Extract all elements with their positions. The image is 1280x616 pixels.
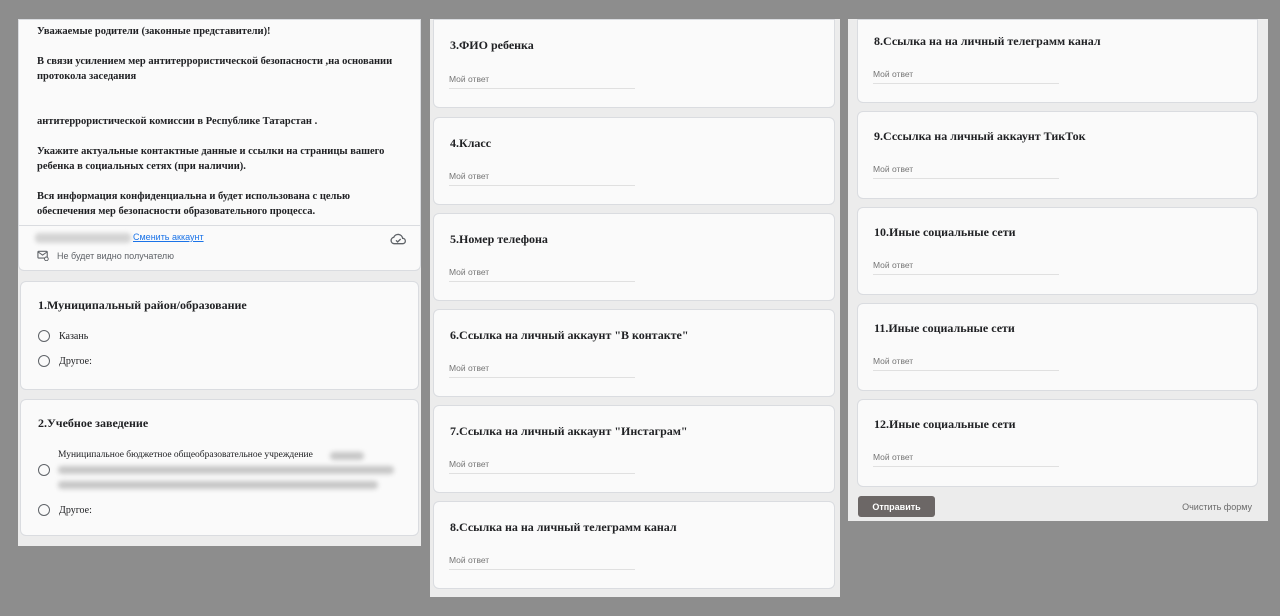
form-panel-middle: 3.ФИО ребенка Мой ответ 4.Класс Мой отве… xyxy=(430,19,840,597)
question-card-4: 4.Класс Мой ответ xyxy=(433,117,835,205)
radio-button[interactable] xyxy=(38,504,50,516)
answer-input[interactable]: Мой ответ xyxy=(873,260,1059,275)
option-label: Другое: xyxy=(59,355,92,367)
question-card-7: 7.Ссылка на личный аккаунт "Инстаграм" М… xyxy=(433,405,835,493)
question-title: 7.Ссылка на личный аккаунт "Инстаграм" xyxy=(450,424,688,438)
cloud-saved-icon[interactable] xyxy=(390,233,406,245)
answer-input[interactable]: Мой ответ xyxy=(449,555,635,570)
option-other[interactable]: Другое: xyxy=(38,355,92,367)
intro-paragraph-1: В связи усилением мер антитеррористическ… xyxy=(37,56,393,82)
answer-input[interactable]: Мой ответ xyxy=(449,363,635,378)
option-kazan[interactable]: Казань xyxy=(38,330,88,342)
question-title: 8.Ссылка на на личный телеграмм канал xyxy=(450,520,677,534)
question-card-1: 1.Муниципальный район/образование Казань… xyxy=(20,281,419,390)
not-shared-icon xyxy=(37,250,49,261)
answer-input[interactable]: Мой ответ xyxy=(873,164,1059,179)
question-title: 6.Ссылка на личный аккаунт "В контакте" xyxy=(450,328,689,342)
question-card-10: 10.Иные социальные сети Мой ответ xyxy=(857,207,1258,295)
intro-greeting: Уважаемые родители (законные представите… xyxy=(37,26,271,37)
question-card-12: 12.Иные социальные сети Мой ответ xyxy=(857,399,1258,487)
question-card-8-repeat: 8.Ссылка на на личный телеграмм канал Мо… xyxy=(857,19,1258,103)
question-title: 9.Сссылка на личный аккаунт ТикТок xyxy=(874,129,1086,143)
question-title: 3.ФИО ребенка xyxy=(450,38,534,52)
question-title: 12.Иные социальные сети xyxy=(874,417,1016,431)
intro-paragraph-4: Вся информация конфиденциальна и будет и… xyxy=(37,191,350,217)
question-title: 2.Учебное заведение xyxy=(38,416,149,430)
answer-input[interactable]: Мой ответ xyxy=(449,171,635,186)
question-title: 1.Муниципальный район/образование xyxy=(38,298,247,312)
header-divider xyxy=(19,225,420,226)
answer-input[interactable]: Мой ответ xyxy=(873,356,1059,371)
question-card-2: 2.Учебное заведение Муниципальное бюджет… xyxy=(20,399,419,536)
intro-paragraph-3: Укажите актуальные контактные данные и с… xyxy=(37,146,385,172)
question-card-8: 8.Ссылка на на личный телеграмм канал Мо… xyxy=(433,501,835,589)
question-card-9: 9.Сссылка на личный аккаунт ТикТок Мой о… xyxy=(857,111,1258,199)
question-title: 11.Иные социальные сети xyxy=(874,321,1015,335)
question-title: 10.Иные социальные сети xyxy=(874,225,1016,239)
question-title: 8.Ссылка на на личный телеграмм канал xyxy=(874,34,1101,48)
question-title: 4.Класс xyxy=(450,136,492,150)
option-other[interactable]: Другое: xyxy=(38,504,92,516)
question-card-5: 5.Номер телефона Мой ответ xyxy=(433,213,835,301)
answer-input[interactable]: Мой ответ xyxy=(449,74,635,89)
answer-input[interactable]: Мой ответ xyxy=(449,267,635,282)
radio-button[interactable] xyxy=(38,355,50,367)
redacted-school-name xyxy=(58,481,378,489)
answer-input[interactable]: Мой ответ xyxy=(873,452,1059,467)
redacted-school-name xyxy=(330,452,364,460)
radio-button[interactable] xyxy=(38,464,50,476)
question-card-11: 11.Иные социальные сети Мой ответ xyxy=(857,303,1258,391)
email-not-visible-note: Не будет видно получателю xyxy=(57,251,174,261)
redacted-school-name xyxy=(58,466,394,474)
clear-form-button[interactable]: Очистить форму xyxy=(1182,502,1252,512)
question-card-6: 6.Ссылка на личный аккаунт "В контакте" … xyxy=(433,309,835,397)
form-panel-left: Уважаемые родители (законные представите… xyxy=(18,19,421,546)
answer-input[interactable]: Мой ответ xyxy=(449,459,635,474)
radio-button[interactable] xyxy=(38,330,50,342)
submit-button[interactable]: Отправить xyxy=(858,496,935,517)
intro-paragraph-2: антитеррористической комиссии в Республи… xyxy=(37,116,318,127)
form-description: Уважаемые родители (законные представите… xyxy=(37,24,399,234)
form-panel-right: 8.Ссылка на на личный телеграмм канал Мо… xyxy=(848,19,1268,521)
question-title: 5.Номер телефона xyxy=(450,232,548,246)
switch-account-link[interactable]: Сменить аккаунт xyxy=(133,232,204,242)
option-label: Другое: xyxy=(59,504,92,516)
account-email-blurred xyxy=(35,233,131,243)
answer-input[interactable]: Мой ответ xyxy=(873,69,1059,84)
form-header-card: Уважаемые родители (законные представите… xyxy=(18,19,421,271)
option-label: Казань xyxy=(59,330,89,342)
question-card-3: 3.ФИО ребенка Мой ответ xyxy=(433,19,835,108)
